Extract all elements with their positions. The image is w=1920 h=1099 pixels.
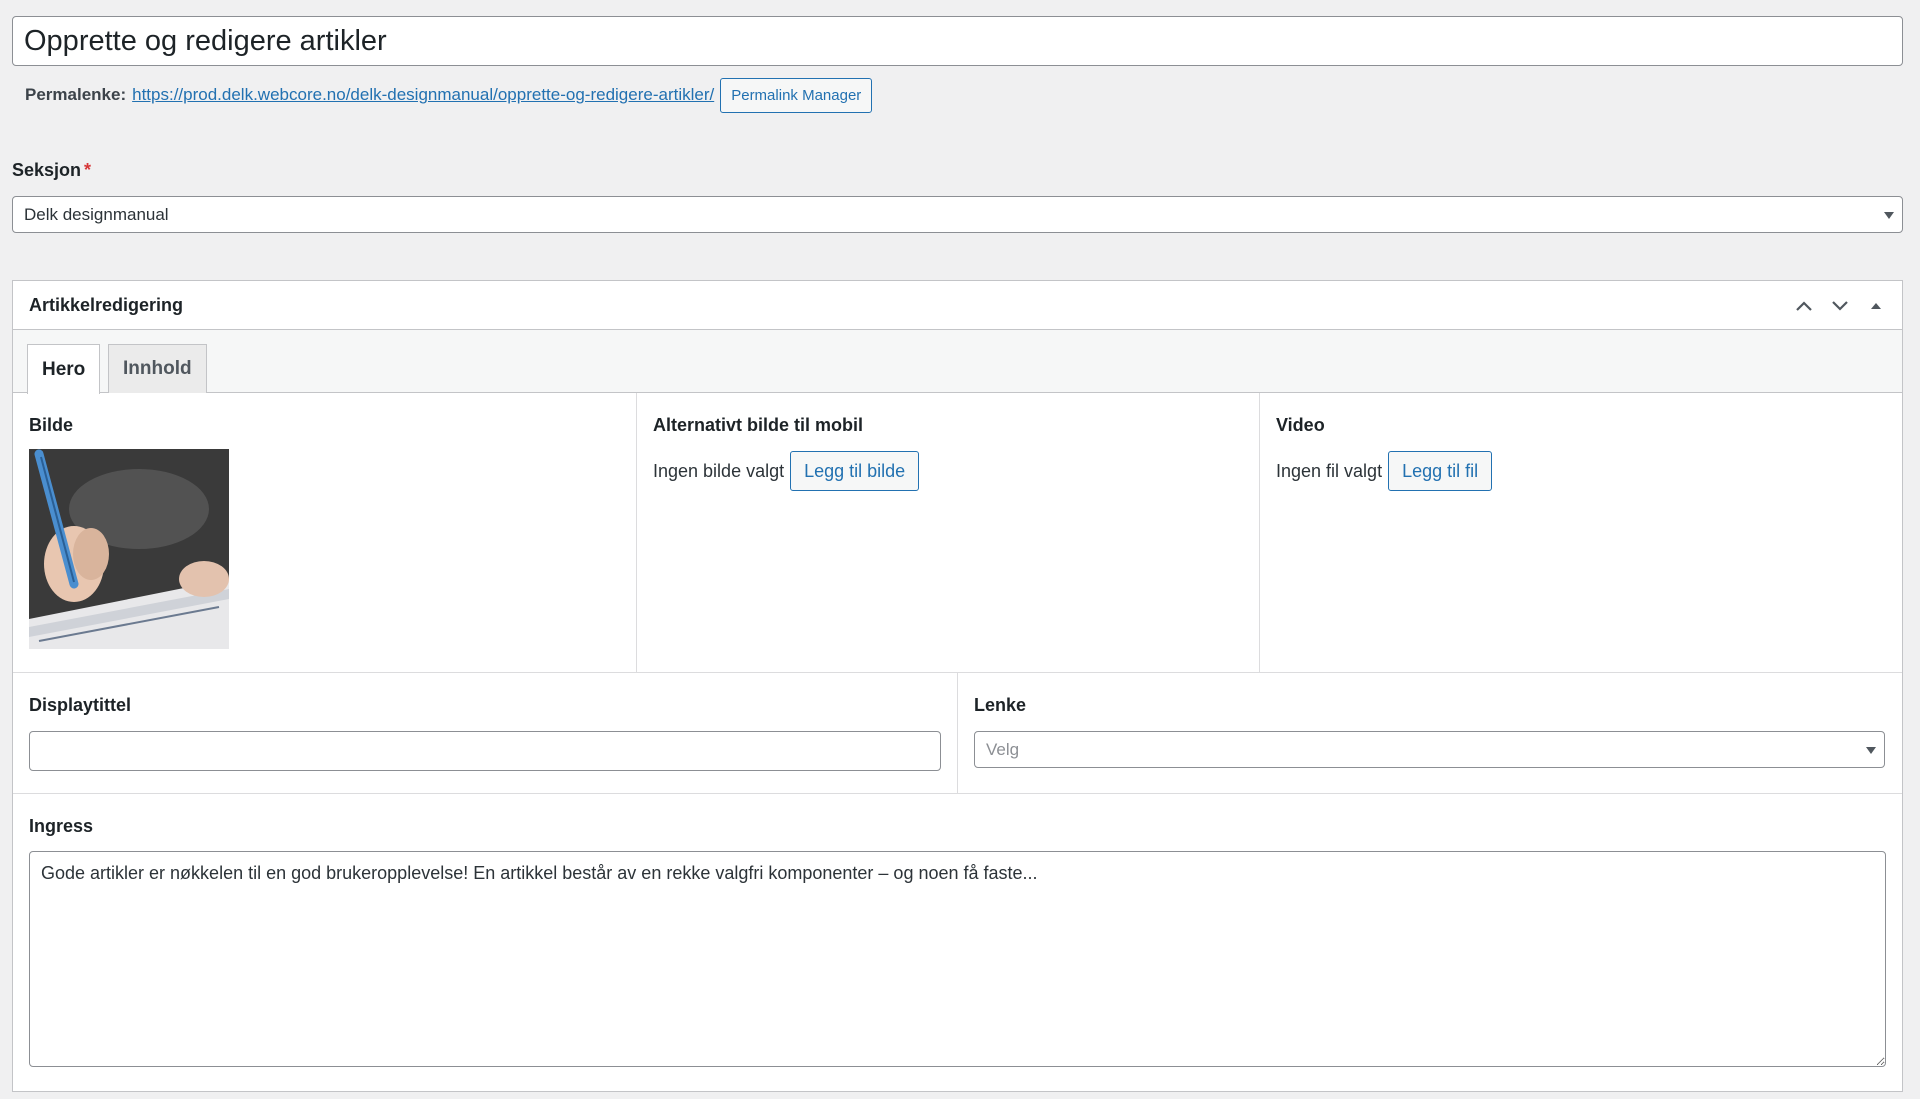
chevron-down-icon[interactable] [1826,292,1854,320]
video-field: Video Ingen fil valgt Legg til fil [1260,393,1902,672]
display-title-label: Displaytittel [29,695,132,715]
permalink-label: Permalenke: [25,85,127,104]
caret-up-icon[interactable] [1862,292,1890,320]
tab-hero[interactable]: Hero [27,344,101,394]
permalink-link[interactable]: https://prod.delk.webcore.no/delk-design… [132,85,714,105]
required-marker: * [84,160,92,180]
link-select-value: Velg [986,739,1020,759]
video-status: Ingen fil valgt [1276,460,1383,481]
lead-textarea[interactable]: Gode artikler er nøkkelen til en god bru… [29,851,1886,1067]
image-field: Bilde [13,393,637,672]
permalink-row: Permalenke: https://prod.delk.webcore.no… [25,77,873,113]
hero-media-row: Bilde Alternativt bilde til mobil Ingen … [13,393,1902,673]
mobile-image-label: Alternativt bilde til mobil [653,415,864,435]
caret-down-icon [1884,211,1894,219]
lead-field: Ingress Gode artikler er nøkkelen til en… [13,794,1902,1091]
title-link-row: Displaytittel Lenke Velg [13,673,1902,794]
mobile-image-status: Ingen bilde valgt [653,460,785,481]
display-title-input[interactable] [29,731,941,771]
caret-down-icon [1866,746,1876,754]
chevron-up-icon[interactable] [1790,292,1818,320]
link-label: Lenke [974,695,1027,715]
article-editing-metabox: Artikkelredigering Hero Innhold Bilde Al… [12,280,1903,1092]
image-label: Bilde [29,415,74,435]
mobile-image-field: Alternativt bilde til mobil Ingen bilde … [637,393,1260,672]
mobile-image-picker: Ingen bilde valgt Legg til bilde [653,451,920,491]
video-label: Video [1276,415,1325,435]
section-label: Seksjon * [12,160,91,181]
link-select[interactable]: Velg [974,731,1885,768]
metabox-controls [1790,281,1890,330]
hero-image-thumbnail[interactable] [29,449,229,649]
tab-innhold[interactable]: Innhold [108,344,207,393]
video-picker: Ingen fil valgt Legg til fil [1276,451,1493,491]
section-select-value: Delk designmanual [24,204,169,224]
metabox-title: Artikkelredigering [29,294,184,315]
add-image-button[interactable]: Legg til bilde [790,451,920,491]
lead-label: Ingress [29,816,94,836]
section-select[interactable]: Delk designmanual [12,196,1903,233]
metabox-header: Artikkelredigering [13,281,1902,330]
link-field: Lenke Velg [958,673,1902,793]
tab-bar: Hero Innhold [13,330,1902,394]
permalink-manager-button[interactable]: Permalink Manager [720,77,873,113]
display-title-field: Displaytittel [13,673,958,793]
section-label-text: Seksjon [12,160,82,180]
add-file-button[interactable]: Legg til fil [1388,451,1493,491]
post-title-input[interactable] [12,16,1903,66]
